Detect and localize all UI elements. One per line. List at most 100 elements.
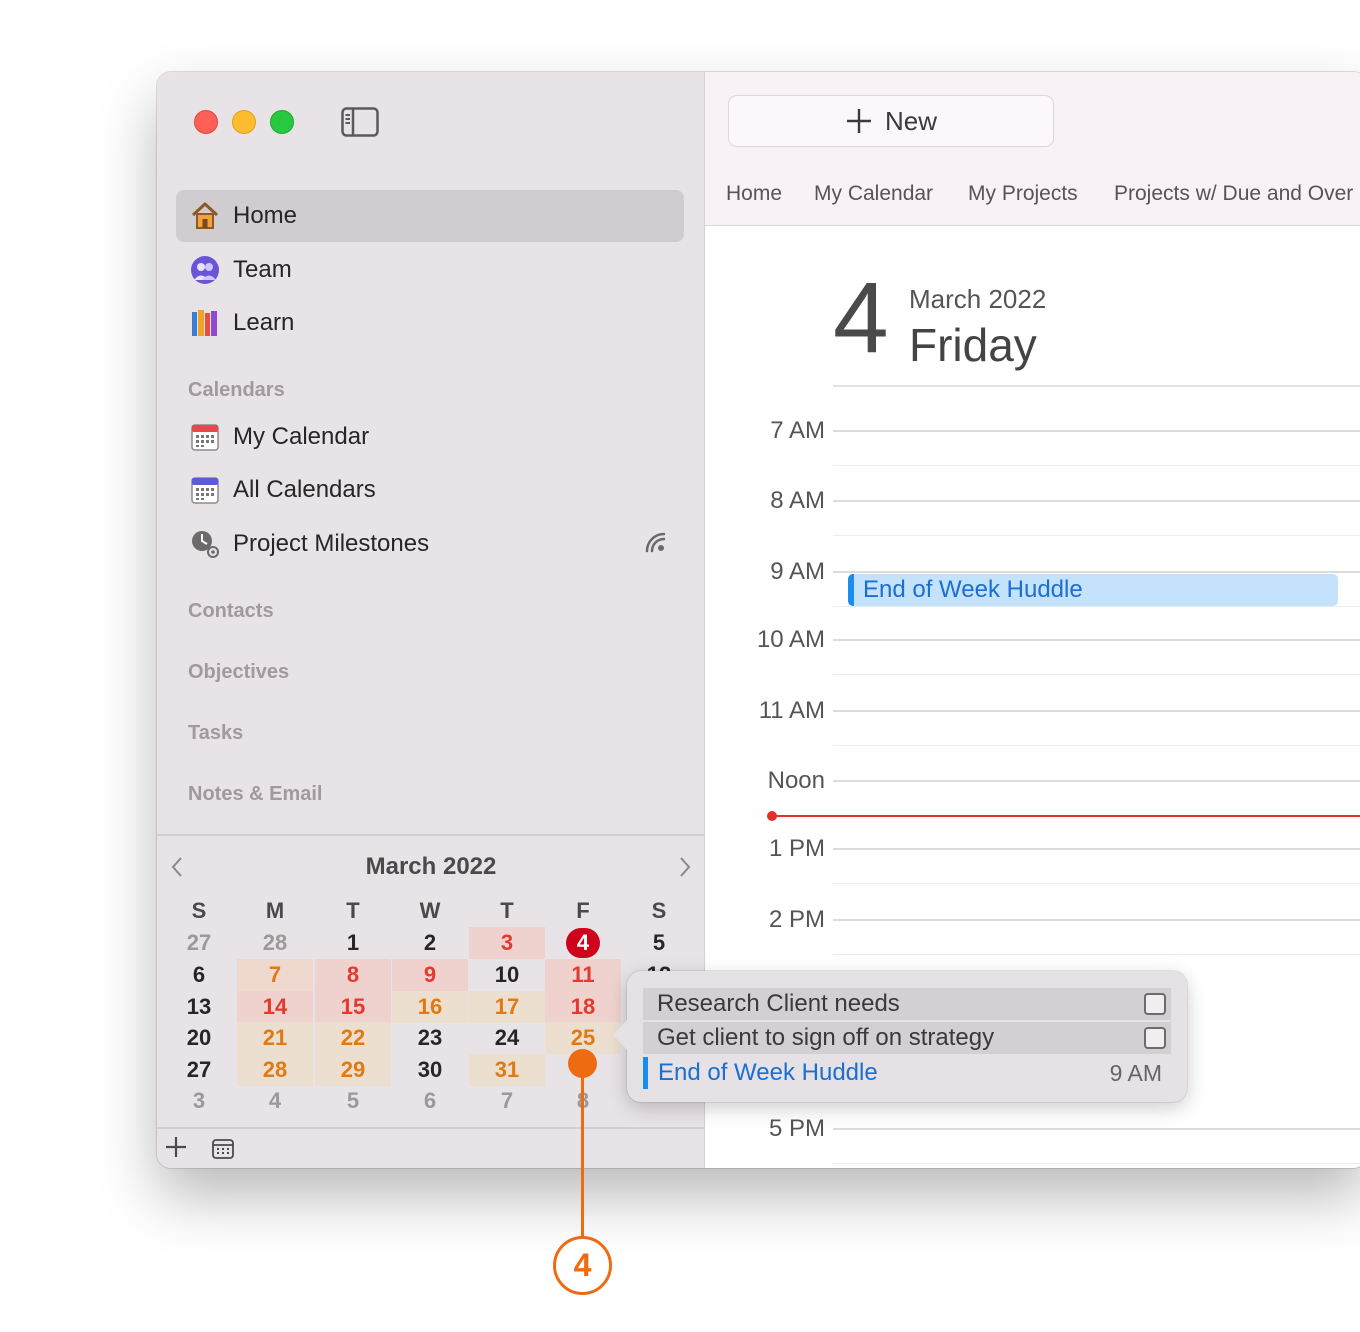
tab-my-projects[interactable]: My Projects <box>968 182 1078 206</box>
hour-label: Noon <box>767 767 825 794</box>
half-hour-line <box>833 465 1360 466</box>
mini-calendar-day[interactable]: 17 <box>469 991 545 1023</box>
day-popover: Research Client needs Get client to sign… <box>613 971 1187 1102</box>
sidebar: Home Team Learn Calendars My Calendar Al… <box>157 72 705 1168</box>
mini-calendar-day[interactable]: 20 <box>161 1022 237 1054</box>
mini-calendar-day[interactable]: 4 <box>237 1085 313 1117</box>
mini-calendar-day[interactable]: 6 <box>161 959 237 991</box>
half-hour-line <box>833 606 1360 607</box>
today-badge: 4 <box>566 928 600 958</box>
hour-label: 5 PM <box>768 1115 825 1142</box>
divider <box>157 1127 705 1129</box>
tasks-section-header[interactable]: Tasks <box>188 722 243 745</box>
mini-calendar-day[interactable]: 29 <box>315 1054 391 1086</box>
minimize-window-button[interactable] <box>232 110 256 134</box>
next-month-button[interactable] <box>675 854 695 880</box>
mini-calendar-day[interactable]: 15 <box>315 991 391 1023</box>
new-button[interactable]: New <box>728 95 1054 147</box>
notes-email-section-header[interactable]: Notes & Email <box>188 783 322 806</box>
hour-label: 11 AM <box>758 697 825 724</box>
mini-calendar-day[interactable]: 28 <box>237 1054 313 1086</box>
add-calendar-button[interactable] <box>164 1132 188 1162</box>
tab-home[interactable]: Home <box>726 182 782 206</box>
mini-calendar-day[interactable]: 22 <box>315 1022 391 1054</box>
tab-projects-due-overdue[interactable]: Projects w/ Due and Over <box>1114 182 1353 206</box>
sidebar-item-learn[interactable]: Learn <box>176 297 684 349</box>
mini-calendar-day[interactable]: 31 <box>469 1054 545 1086</box>
mini-calendar-day[interactable]: 4 <box>545 927 621 959</box>
objectives-section-header[interactable]: Objectives <box>188 661 289 684</box>
mini-calendar-title: March 2022 <box>365 853 497 880</box>
hour-line <box>833 710 1360 712</box>
close-window-button[interactable] <box>194 110 218 134</box>
sidebar-item-my-calendar[interactable]: My Calendar <box>176 411 684 463</box>
learn-icon <box>190 308 220 338</box>
hour-label: 7 AM <box>770 417 825 444</box>
mini-calendar-day[interactable]: 7 <box>237 959 313 991</box>
hour-label: 10 AM <box>756 626 825 653</box>
mini-calendar-day[interactable]: 5 <box>315 1085 391 1117</box>
milestones-icon <box>190 529 220 559</box>
mini-calendar-day[interactable]: 2 <box>392 927 468 959</box>
event-time: 9 AM <box>1109 1060 1162 1086</box>
event-end-of-week-huddle[interactable]: End of Week Huddle <box>848 574 1338 606</box>
sidebar-item-team[interactable]: Team <box>176 244 684 296</box>
mini-calendar-day[interactable]: 23 <box>392 1022 468 1054</box>
mini-calendar-day[interactable]: 3 <box>469 927 545 959</box>
popover-tail <box>613 1019 628 1051</box>
tab-my-calendar[interactable]: My Calendar <box>814 182 933 206</box>
mini-calendar-day[interactable]: 1 <box>315 927 391 959</box>
day-of-week-label: F <box>576 898 590 923</box>
mini-calendar-day[interactable]: 28 <box>237 927 313 959</box>
hour-line <box>833 1128 1360 1130</box>
zoom-window-button[interactable] <box>270 110 294 134</box>
mini-calendar-day[interactable]: 27 <box>161 1054 237 1086</box>
sidebar-item-home[interactable]: Home <box>176 190 684 242</box>
half-hour-line <box>833 535 1360 536</box>
day-of-week-label: M <box>265 898 285 923</box>
task-title: Get client to sign off on strategy <box>657 1024 995 1051</box>
event-row[interactable]: End of Week Huddle 9 AM <box>643 1057 1171 1089</box>
home-icon <box>190 201 220 231</box>
new-button-label: New <box>884 105 937 136</box>
mini-calendar-day[interactable]: 18 <box>545 991 621 1023</box>
task-checkbox[interactable] <box>1144 993 1166 1015</box>
sidebar-toggle-icon[interactable] <box>341 107 379 137</box>
mini-calendar-day[interactable]: 10 <box>469 959 545 991</box>
sidebar-item-all-calendars[interactable]: All Calendars <box>176 464 684 516</box>
task-row[interactable]: Research Client needs <box>643 988 1171 1020</box>
task-row[interactable]: Get client to sign off on strategy <box>643 1022 1171 1054</box>
day-number: 4 <box>833 262 889 374</box>
mini-calendar-day[interactable]: 6 <box>392 1085 468 1117</box>
sidebar-item-project-milestones[interactable]: Project Milestones <box>176 518 684 570</box>
mini-calendar-day[interactable]: 14 <box>237 991 313 1023</box>
mini-calendar-day[interactable]: 27 <box>161 927 237 959</box>
mini-calendar-day[interactable]: 13 <box>161 991 237 1023</box>
mini-calendar-day[interactable]: 9 <box>392 959 468 991</box>
hour-line <box>833 780 1360 782</box>
task-checkbox[interactable] <box>1144 1027 1166 1049</box>
calendars-section-header[interactable]: Calendars <box>188 379 285 402</box>
day-of-week-label: T <box>346 898 360 923</box>
calendar-view-icon[interactable] <box>212 1139 234 1159</box>
mini-calendar-day[interactable]: 16 <box>392 991 468 1023</box>
mini-calendar-day[interactable]: 8 <box>315 959 391 991</box>
callout-number: 4 <box>553 1236 612 1295</box>
day-month-year: March 2022 <box>909 284 1047 314</box>
mini-calendar-day[interactable]: 7 <box>469 1085 545 1117</box>
plus-icon <box>846 109 871 133</box>
half-hour-line <box>833 674 1360 675</box>
mini-calendar-day[interactable]: 24 <box>469 1022 545 1054</box>
hour-line <box>833 639 1360 641</box>
calendar-icon <box>190 422 220 452</box>
callout-line <box>581 1062 584 1238</box>
mini-calendar-day[interactable]: 21 <box>237 1022 313 1054</box>
mini-calendar-day[interactable]: 5 <box>621 927 697 959</box>
mini-calendar-day[interactable]: 11 <box>545 959 621 991</box>
mini-calendar-day[interactable]: 3 <box>161 1085 237 1117</box>
divider <box>833 385 1360 387</box>
contacts-section-header[interactable]: Contacts <box>188 600 274 623</box>
mini-calendar-day[interactable]: 30 <box>392 1054 468 1086</box>
day-weekday: Friday <box>909 319 1037 371</box>
sidebar-item-label: Team <box>233 256 292 283</box>
